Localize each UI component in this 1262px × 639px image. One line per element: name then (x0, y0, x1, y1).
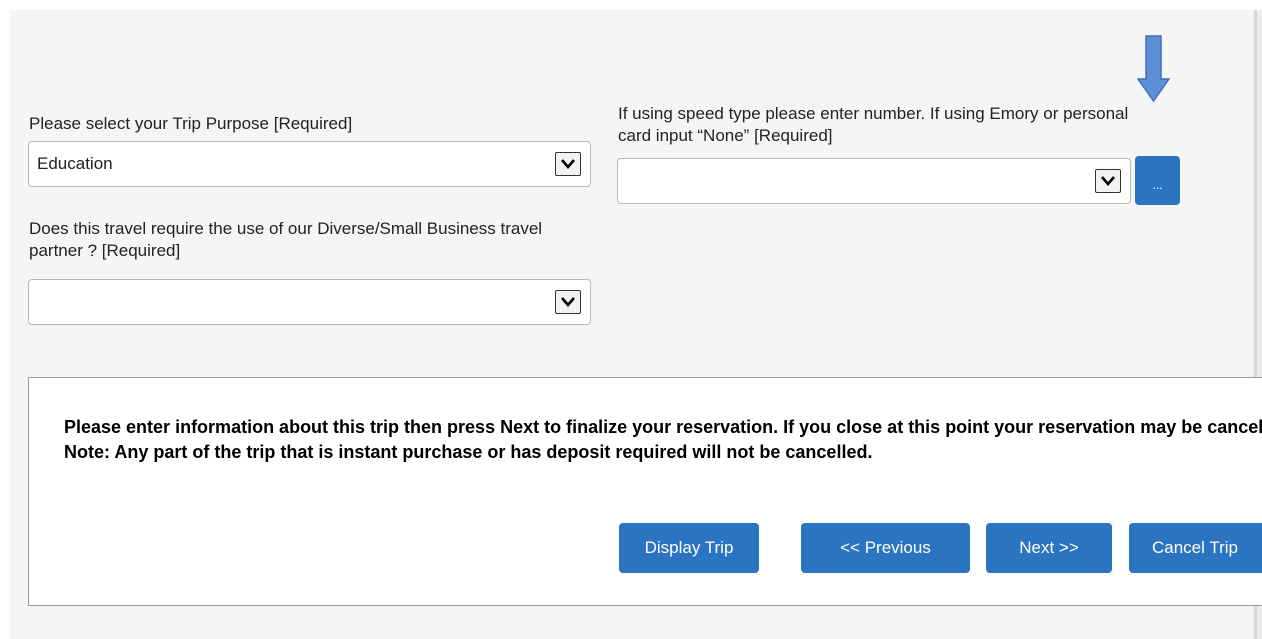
diverse-partner-select[interactable] (28, 279, 591, 325)
diverse-partner-label: Does this travel require the use of our … (29, 219, 543, 260)
previous-button[interactable]: << Previous (801, 523, 970, 573)
speed-type-select[interactable] (617, 158, 1131, 204)
chevron-down-icon[interactable] (1095, 169, 1121, 193)
speed-type-lookup-button[interactable]: ... (1135, 156, 1180, 205)
trip-purpose-label: Please select your Trip Purpose [Require… (29, 114, 353, 133)
reservation-notice-panel: Please enter information about this trip… (28, 377, 1262, 606)
display-trip-button[interactable]: Display Trip (619, 523, 759, 573)
chevron-down-icon[interactable] (555, 290, 581, 314)
trip-purpose-select[interactable]: Education (28, 141, 591, 187)
cancel-trip-button[interactable]: Cancel Trip (1129, 523, 1262, 573)
reservation-notice-text: Please enter information about this trip… (64, 417, 1262, 462)
speed-type-label: If using speed type please enter number.… (618, 104, 1129, 145)
trip-purpose-value: Education (37, 154, 113, 173)
arrow-down-icon (1137, 35, 1170, 102)
chevron-down-icon[interactable] (555, 152, 581, 176)
next-button[interactable]: Next >> (986, 523, 1112, 573)
